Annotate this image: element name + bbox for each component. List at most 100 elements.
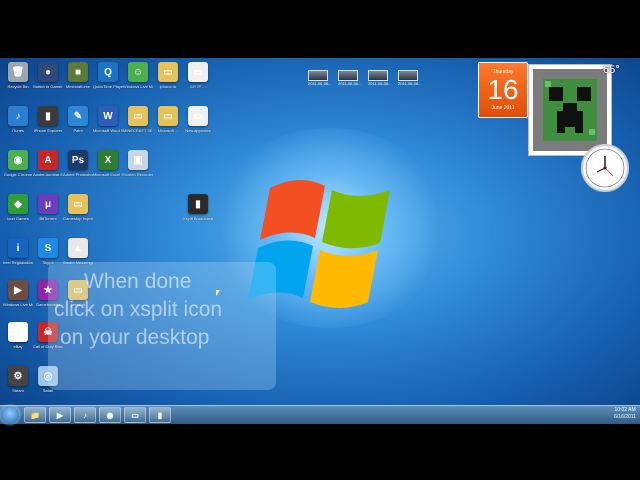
desktop-icon-label: Google Chrome (3, 172, 33, 177)
weather-temperature: 65° (603, 64, 620, 76)
system-tray[interactable]: 10:02 AM 6/16/2011 (568, 406, 640, 424)
desktop-icon-image: ▮ (38, 106, 58, 126)
app-icon: ▭ (193, 110, 203, 122)
taskbar-date: 6/16/2011 (614, 414, 636, 420)
desktop-icon[interactable]: ♪ iTunes (3, 106, 33, 133)
explorer-icon: 📁 (30, 410, 40, 420)
desktop-icon-image: Q (98, 62, 118, 82)
thumbnail-image (338, 70, 358, 81)
clock-gadget[interactable] (581, 144, 629, 192)
desktop-icon-label: MINECRAFT SERVER (123, 128, 153, 133)
taskbar-button-itunes[interactable]: ♪ (74, 407, 96, 423)
desktop-icon[interactable]: ▭ MINECRAFT SERVER (123, 106, 153, 133)
desktop-icon[interactable]: ◉ Google Chrome (3, 150, 33, 177)
desktop-icon[interactable]: e eBay (3, 322, 33, 349)
taskbar-button-media-player[interactable]: ▶ (49, 407, 71, 423)
xsplit-icon: ▮ (157, 410, 163, 420)
desktop-icon[interactable]: ▭ iphone.rb (153, 62, 183, 89)
taskbar-button-folder[interactable]: ▭ (124, 407, 146, 423)
desktop-icon-label: Gamestop Impulse (63, 216, 93, 221)
taskbar-button-explorer[interactable]: 📁 (24, 407, 46, 423)
desktop-icon-image: ✎ (68, 106, 88, 126)
taskbar-clock[interactable]: 10:02 AM 6/16/2011 (614, 407, 636, 421)
app-icon: i (16, 242, 20, 254)
desktop-icon-image: ▭ (158, 106, 178, 126)
desktop-icon[interactable]: ■ Minecraft.exe (63, 62, 93, 89)
overlay-line-2: click on xsplit icon (54, 298, 223, 321)
desktop-icon-label: Intel Registration (3, 260, 33, 265)
desktop-icon-image: ☺ (128, 62, 148, 82)
calendar-month: June 2011 (491, 105, 515, 111)
app-icon: A (44, 154, 52, 166)
desktop-icon-image: i (8, 238, 28, 258)
screenshot-file-icon[interactable]: 2011-06-06... (368, 70, 392, 86)
app-icon: ■ (74, 66, 82, 78)
desktop-icon-image: ▲ (68, 238, 88, 258)
desktop-icon-image: ◉ (8, 150, 28, 170)
desktop-icon-label: Microsoft Excel Start... (93, 172, 123, 177)
start-button[interactable] (1, 406, 19, 424)
desktop-icon[interactable]: i Intel Registration (3, 238, 33, 265)
app-icon: 🗑 (11, 66, 25, 78)
desktop-icon-label: Switch to Gamer S... (33, 84, 63, 89)
thumbnail-image (308, 70, 328, 81)
desktop-icon-label: MY IP ... (190, 84, 206, 89)
itunes-icon: ♪ (83, 410, 87, 420)
calendar-gadget[interactable]: Thursday 16 June 2011 (478, 62, 528, 118)
desktop-icon[interactable]: ◆ Icon Games (3, 194, 33, 221)
desktop-icon-label: Paint (73, 128, 83, 133)
taskbar-button-xsplit[interactable]: ▮ (149, 407, 171, 423)
desktop-icon-image: ▭ (188, 62, 208, 82)
app-icon: ◆ (14, 198, 22, 210)
desktop-icon[interactable]: ▭ New.appnotes (183, 106, 213, 133)
desktop-icon[interactable]: A Adobe Acrobat 8... (33, 150, 63, 177)
thumbnail-label: 2011-06-06... (308, 81, 332, 86)
screenshot-file-icon[interactable]: 2011-06-06... (398, 70, 422, 86)
desktop-icon[interactable]: 🗑 Recycle Bin (3, 62, 33, 89)
desktop-icon-image: ◆ (8, 194, 28, 214)
desktop-icon[interactable]: ▭ Microsoft ... (153, 106, 183, 133)
desktop-icon[interactable]: ▮ Xsplit Broadcaster (183, 194, 213, 221)
app-icon: ⚙ (13, 370, 23, 382)
desktop-icon-image: ● (38, 62, 58, 82)
desktop-icon[interactable]: ✎ Paint (63, 106, 93, 133)
desktop-icon[interactable]: ☺ Windows Live Mess... (123, 62, 153, 89)
thumbnail-image (398, 70, 418, 81)
desktop-icon-image: ■ (68, 62, 88, 82)
screenshot-file-icon[interactable]: 2011-06-06... (338, 70, 362, 86)
app-icon: ▭ (73, 198, 83, 210)
desktop-icon-label: Microsoft ... (157, 128, 179, 133)
desktop-icon[interactable]: Q QuickTime Player (93, 62, 123, 89)
picture-gadget[interactable] (528, 64, 612, 156)
desktop-icon-image: X (98, 150, 118, 170)
desktop-icon[interactable]: W Microsoft Word Start... (93, 106, 123, 133)
taskbar: 📁 ▶ ♪ ◉ ▭ ▮ 10:02 AM 6/16/2011 (0, 405, 640, 424)
desktop-icon[interactable]: ● Switch to Gamer S... (33, 62, 63, 89)
desktop-icon[interactable]: X Microsoft Excel Start... (93, 150, 123, 177)
taskbar-button-chrome[interactable]: ◉ (99, 407, 121, 423)
app-icon: W (103, 110, 113, 122)
desktop-icon[interactable]: ▭ MY IP ... (183, 62, 213, 89)
desktop-icon-image: S (38, 238, 58, 258)
thumbnail-label: 2011-06-06... (338, 81, 362, 86)
desktop-icon[interactable]: ▲ Steam Messenger (63, 238, 93, 265)
desktop-icon-image: ▶ (8, 280, 28, 300)
desktop-icon[interactable]: ▮ iPhone Explorer (33, 106, 63, 133)
app-icon: X (104, 154, 112, 166)
desktop-icon[interactable]: μ BitTorrent (33, 194, 63, 221)
desktop-icon[interactable]: ⚙ Steam (3, 366, 33, 393)
desktop[interactable]: 🗑 Recycle Bin ● Switch to Gamer S... ■ Minecr… (0, 58, 640, 422)
app-icon: ▭ (163, 110, 173, 122)
desktop-icon[interactable]: ▣ Screen Recorder (123, 150, 153, 177)
desktop-icon[interactable]: Ps Adobe Photoshop... (63, 150, 93, 177)
screenshot-file-icon[interactable]: 2011-06-06... (308, 70, 332, 86)
desktop-icon[interactable]: ▶ Windows Live Movie... (3, 280, 33, 307)
desktop-icon-image: ♪ (8, 106, 28, 126)
desktop-icon-label: iPhone Explorer (33, 128, 63, 133)
desktop-icon-label: Xsplit Broadcaster (183, 216, 213, 221)
desktop-icon[interactable]: S Skype (33, 238, 63, 265)
desktop-icon-image: W (98, 106, 118, 126)
desktop-icon[interactable]: ▭ Gamestop Impulse (63, 194, 93, 221)
desktop-icon-label: Adobe Photoshop... (63, 172, 93, 177)
desktop-icon-label: QuickTime Player (93, 84, 123, 89)
